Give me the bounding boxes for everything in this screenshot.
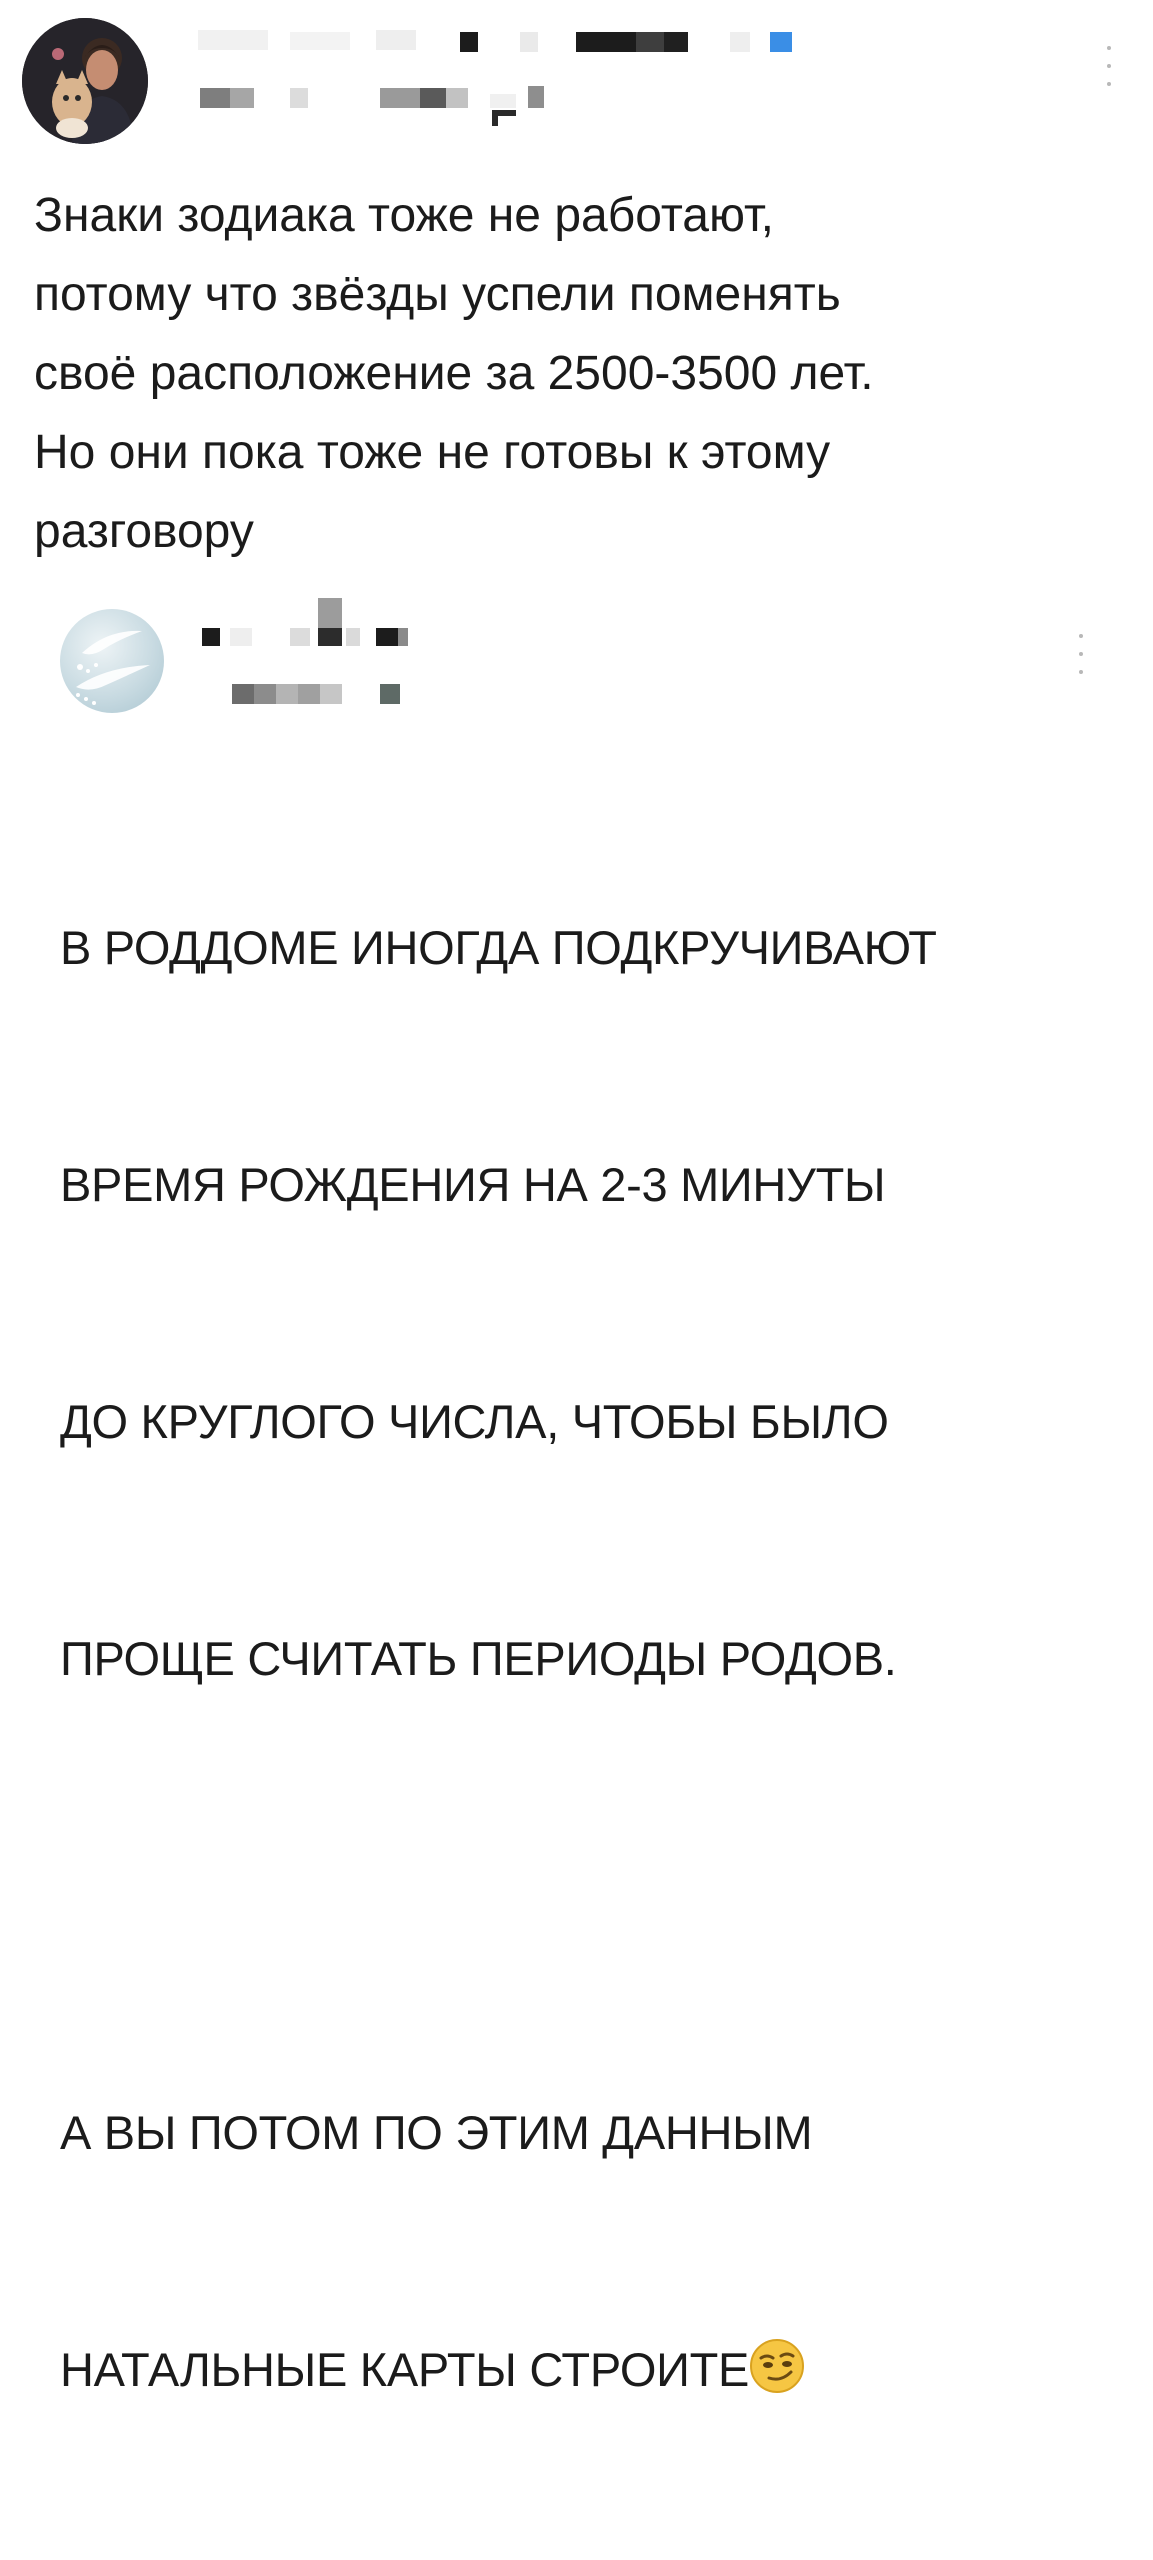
post-2-blank-line <box>60 1856 1120 1935</box>
user-photo-avatar-icon <box>22 18 148 144</box>
post-2-line: НАТАЛЬНЫЕ КАРТЫ СТРОИТЕ <box>60 2343 750 2396</box>
post-2-text: В РОДДОМЕ ИНОГДА ПОДКРУЧИВАЮТ ВРЕМЯ РОЖД… <box>60 750 1120 2560</box>
vertical-ellipsis-icon[interactable] <box>1104 46 1114 86</box>
post-1: Знаки зодиака тоже не работают, потому ч… <box>0 0 1153 580</box>
redacted-username <box>200 592 440 662</box>
post-2: В РОДДОМЕ ИНОГДА ПОДКРУЧИВАЮТ ВРЕМЯ РОЖД… <box>0 580 1153 2396</box>
user-avatar[interactable] <box>22 18 148 144</box>
smirking-face-emoji-icon <box>750 2339 805 2393</box>
redacted-handle <box>220 680 420 710</box>
post-2-line: ВРЕМЯ РОЖДЕНИЯ НА 2-3 МИНУТЫ <box>60 1158 886 1211</box>
post-1-text: Знаки зодиака тоже не работают, потому ч… <box>34 189 874 558</box>
post-2-last-line: НАТАЛЬНЫЕ КАРТЫ СТРОИТЕ <box>60 2330 1120 2409</box>
vertical-ellipsis-icon[interactable] <box>1076 634 1086 674</box>
post-2-line: ДО КРУГЛОГО ЧИСЛА, ЧТОБЫ БЫЛО <box>60 1395 889 1448</box>
post-2-line: В РОДДОМЕ ИНОГДА ПОДКРУЧИВАЮТ <box>60 921 937 974</box>
water-drops-avatar-icon <box>76 630 150 705</box>
post-2-line: ПРОЩЕ СЧИТАТЬ ПЕРИОДЫ РОДОВ. <box>60 1632 897 1685</box>
post-2-line: А ВЫ ПОТОМ ПО ЭТИМ ДАННЫМ <box>60 2106 813 2159</box>
redacted-handle <box>190 80 570 140</box>
user-avatar[interactable] <box>60 609 164 713</box>
